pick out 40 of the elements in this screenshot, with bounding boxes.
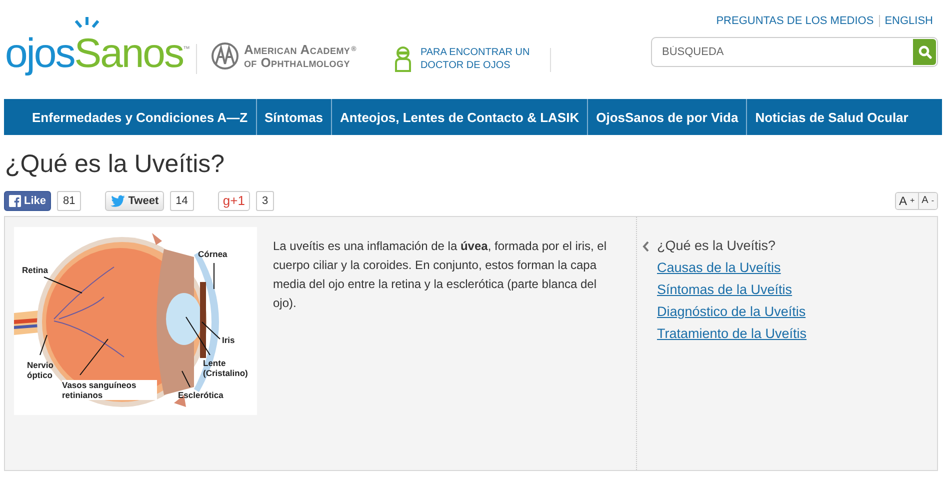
toc-current-item: ¿Qué es la Uveítis? (657, 237, 776, 255)
search-button[interactable] (913, 39, 936, 65)
top-link[interactable]: ENGLISH (878, 15, 938, 27)
bird-icon (110, 194, 126, 206)
diagram-label: Esclerótica (178, 390, 224, 400)
facebook-icon (9, 194, 21, 206)
leader-line (182, 370, 190, 388)
page-title: ¿Qué es la Uveítis? (5, 149, 226, 179)
gplus-button[interactable]: g+1 (218, 190, 250, 210)
search-icon (918, 45, 932, 59)
diagram-label: Iris (222, 335, 235, 345)
diagram-label: Córnea (198, 249, 228, 259)
academy-emblem-icon (210, 42, 239, 70)
facebook-button[interactable]: Like (4, 190, 52, 210)
nav-item[interactable]: Anteojos, Lentes de Contacto & LASIK (332, 99, 588, 135)
share-count: 14 (170, 190, 194, 210)
share-count: 81 (57, 190, 82, 210)
leader-line (44, 276, 82, 294)
toc-link[interactable]: Tratamiento de la Uveítis (657, 323, 807, 345)
leader-line (80, 338, 108, 376)
find-doctor-link[interactable]: PARA ENCONTRAR UN DOCTOR DE OJOS (420, 46, 540, 72)
increase-font-button[interactable]: A$^{+}$ (896, 192, 918, 208)
doctor-icon[interactable] (394, 46, 412, 72)
chevron-left-icon (642, 240, 650, 252)
diagram-label: Nervio óptico (27, 360, 54, 380)
leader-line (40, 334, 48, 356)
diagram-label: Retina (22, 265, 48, 275)
nav-item[interactable]: Síntomas (256, 99, 332, 135)
share-count: 3 (256, 190, 274, 210)
toc-link[interactable]: Causas de la Uveítis (657, 257, 781, 279)
nav-item[interactable]: OjosSanos de por Vida (588, 99, 748, 135)
diagram-label: Lente (Cristalino) (203, 358, 249, 378)
nav-item[interactable]: Enfermedades y Condiciones A—Z (24, 99, 257, 135)
twitter-button[interactable]: Tweet (105, 190, 164, 210)
diagram-label: Vasos sanguíneos retinianos (62, 380, 157, 400)
article-paragraph: La uveítis es una inflamación de la úvea, formada por el iris, el cuerpo ciliar y la coroides. En conjunto, estos forman la capa media del ojo entre la retina y la esclerótica (parte blanca del ojo). (273, 238, 608, 312)
toc-link[interactable]: Síntomas de la Uveítis (657, 279, 792, 301)
top-link[interactable]: PREGUNTAS DE LOS MEDIOS (711, 15, 879, 27)
nav-item[interactable]: Noticias de Salud Ocular (747, 99, 916, 135)
toc-link[interactable]: Diagnóstico de la Uveítis (657, 301, 806, 323)
